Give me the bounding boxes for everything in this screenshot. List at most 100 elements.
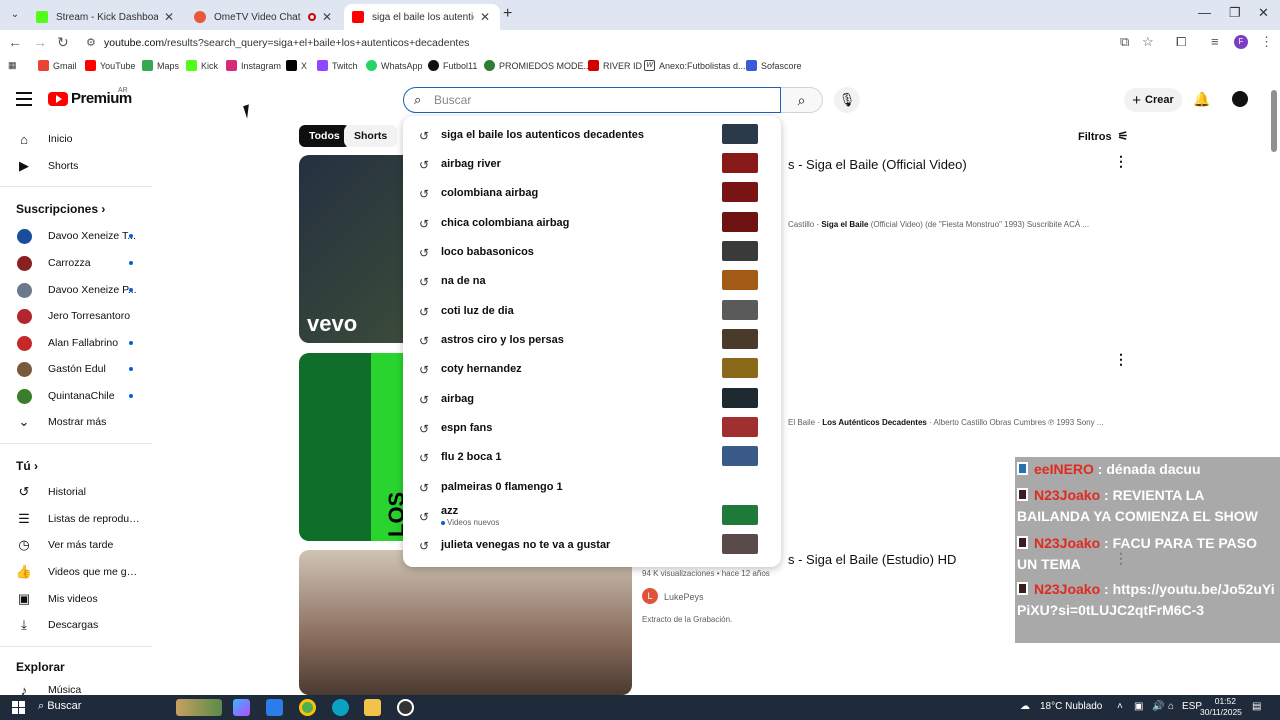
close-window-icon[interactable]: ✕ xyxy=(1258,5,1269,21)
filters-button[interactable]: Filtros ⚟ xyxy=(1078,129,1128,143)
bookmark-kick[interactable]: Kick xyxy=(186,60,218,71)
restore-icon[interactable]: ❐ xyxy=(1229,5,1241,21)
edge-icon[interactable] xyxy=(332,699,349,716)
page-scrollbar[interactable] xyxy=(1271,90,1277,152)
bookmark-promiedos[interactable]: PROMIEDOS MODE... xyxy=(484,60,591,71)
menu-hamburger-icon[interactable] xyxy=(16,92,32,106)
sidebar-sub-item[interactable]: Carrozza xyxy=(0,250,155,276)
tray-app-icon[interactable]: ▣ xyxy=(1134,701,1143,712)
weather-text[interactable]: 18°C Nublado xyxy=(1040,701,1102,712)
weather-cloud-icon[interactable]: ☁ xyxy=(1020,701,1030,712)
bookmark-youtube[interactable]: YouTube xyxy=(85,60,135,71)
search-box[interactable]: ⌕ xyxy=(403,87,781,113)
forward-icon[interactable]: → xyxy=(33,34,47,50)
bookmark-maps[interactable]: Maps xyxy=(142,60,179,71)
suggestion-item[interactable]: ↺ julieta venegas no te va a gustar xyxy=(403,531,781,560)
sidebar-sub-item[interactable]: QuintanaChile xyxy=(0,383,155,409)
suggestion-item[interactable]: ↺ espn fans xyxy=(403,414,781,443)
sidebar-sub-item[interactable]: Davoo Xeneize T... xyxy=(0,223,155,249)
suggestion-item[interactable]: ↺ loco babasonicos xyxy=(403,238,781,267)
bookmark-anexo-futbolistas[interactable]: W Anexo:Futbolistas d... xyxy=(644,60,746,71)
system-clock[interactable]: 01:52 30/11/2025 xyxy=(1200,696,1242,718)
speaker-icon[interactable]: 🔊 xyxy=(1152,701,1164,712)
taskbar-search[interactable]: ⌕ Buscar xyxy=(38,700,81,713)
tab-kick-dashboard[interactable]: Stream - Kick Dashboard ✕ xyxy=(28,4,184,30)
extensions-icon[interactable]: ⧠ xyxy=(1176,34,1186,50)
close-tab-icon[interactable]: ✕ xyxy=(320,10,334,24)
suggestion-item[interactable]: ↺ coti luz de dia xyxy=(403,297,781,326)
sidebar-sub-item[interactable]: Gastón Edul xyxy=(0,356,155,382)
voice-search-mic-icon[interactable]: 🎙 xyxy=(834,87,860,113)
windows-start-icon[interactable] xyxy=(12,701,25,714)
browser-menu-icon[interactable]: ⋮ xyxy=(1260,34,1273,50)
minimize-icon[interactable]: — xyxy=(1198,5,1211,20)
sidebar-item-playlists[interactable]: ☰ Listas de reproducc... xyxy=(0,506,155,532)
suggestion-item[interactable]: ↺ colombiana airbag xyxy=(403,179,781,208)
chip-todos[interactable]: Todos xyxy=(299,125,350,147)
back-icon[interactable]: ← xyxy=(8,34,22,50)
sidebar-sub-item[interactable]: Alan Fallabrino xyxy=(0,330,155,356)
youtube-premium-logo[interactable]: Premium AR xyxy=(48,87,132,107)
suggestion-item[interactable]: ↺ chica colombiana airbag xyxy=(403,209,781,238)
search-button[interactable]: ⌕ xyxy=(781,87,823,113)
bookmark-star-icon[interactable]: ☆ xyxy=(1142,34,1154,50)
sidebar-item-liked-videos[interactable]: 👍 Videos que me gus... xyxy=(0,559,155,585)
reload-icon[interactable]: ↻ xyxy=(57,34,69,51)
file-explorer-icon[interactable] xyxy=(364,699,381,716)
close-tab-icon[interactable]: ✕ xyxy=(478,10,492,24)
result-thumbnail[interactable] xyxy=(299,550,632,695)
more-options-icon[interactable]: ⋮ xyxy=(1114,153,1128,170)
suggestion-item[interactable]: ↺ airbag xyxy=(403,385,781,414)
bookmark-river-id[interactable]: RIVER ID xyxy=(588,60,642,71)
sidebar-item-inicio[interactable]: ⌂ Inicio xyxy=(0,126,155,152)
obs-icon[interactable] xyxy=(397,699,414,716)
tray-chevron-up-icon[interactable]: ˄ xyxy=(1117,701,1123,712)
suggestion-item[interactable]: ↺ na de na xyxy=(403,267,781,296)
suggestion-item[interactable]: ↺ coty hernandez xyxy=(403,355,781,384)
notifications-icon[interactable]: ▤ xyxy=(1252,701,1261,712)
suggestion-item[interactable]: ↺ azz Videos nuevos xyxy=(403,502,781,531)
bookmark-whatsapp[interactable]: WhatsApp xyxy=(366,60,423,71)
close-tab-icon[interactable]: ✕ xyxy=(162,10,176,24)
more-options-icon[interactable]: ⋮ xyxy=(1114,351,1128,368)
sidebar-sub-item[interactable]: Davoo Xeneize P... xyxy=(0,277,155,303)
suggestion-item[interactable]: ↺ palmeiras 0 flamengo 1 xyxy=(403,473,781,502)
tab-search-icon[interactable]: ⌄ xyxy=(6,6,24,24)
url-field[interactable]: ⚙ youtube.com/results?search_query=siga+… xyxy=(86,33,1156,53)
bookmark-gmail[interactable]: Gmail xyxy=(38,60,77,71)
profile-avatar[interactable]: F xyxy=(1234,35,1248,49)
notifications-bell-icon[interactable]: 🔔 xyxy=(1193,91,1210,108)
store-icon[interactable] xyxy=(266,699,283,716)
bookmark-instagram[interactable]: Instagram xyxy=(226,60,281,71)
copilot-icon[interactable] xyxy=(233,699,250,716)
bookmark-twitch[interactable]: Twitch xyxy=(317,60,358,71)
language-indicator[interactable]: ESP xyxy=(1182,701,1202,712)
sidebar-item-watch-later[interactable]: ◷ Ver más tarde xyxy=(0,532,155,558)
sidebar-item-shorts[interactable]: ▶ Shorts xyxy=(0,153,155,179)
install-app-icon[interactable]: ⧉ xyxy=(1120,34,1129,50)
result-title[interactable]: s - Siga el Baile (Official Video) xyxy=(788,157,967,172)
result-title[interactable]: s - Siga el Baile (Estudio) HD xyxy=(788,552,956,567)
media-control-icon[interactable]: ≡ xyxy=(1211,34,1219,49)
suggestion-item[interactable]: ↺ flu 2 boca 1 xyxy=(403,443,781,472)
taskbar-widget-icon[interactable] xyxy=(176,699,222,716)
create-button[interactable]: + Crear xyxy=(1124,88,1182,112)
search-input[interactable] xyxy=(434,91,764,109)
account-avatar[interactable] xyxy=(1232,91,1248,107)
channel-name[interactable]: LukePeys xyxy=(664,592,704,602)
channel-avatar[interactable]: L xyxy=(642,588,658,604)
subscriptions-heading[interactable]: Suscripciones › xyxy=(16,202,105,216)
bookmark-futbol11[interactable]: Futbol11 xyxy=(428,60,477,71)
you-heading[interactable]: Tú › xyxy=(16,459,38,473)
chrome-icon[interactable] xyxy=(299,699,316,716)
tab-ometv[interactable]: OmeTV Video Chat - Ome ✕ xyxy=(186,4,342,30)
chip-shorts[interactable]: Shorts xyxy=(344,125,398,147)
bookmark-sofascore[interactable]: Sofascore xyxy=(746,60,802,71)
sidebar-item-downloads[interactable]: ⤓ Descargas xyxy=(0,612,155,638)
new-tab-icon[interactable]: + xyxy=(503,5,512,23)
tab-youtube-active[interactable]: siga el baile los autenticos deca ✕ xyxy=(344,4,500,30)
suggestion-item[interactable]: ↺ airbag river xyxy=(403,150,781,179)
sidebar-item-my-videos[interactable]: ▣ Mis videos xyxy=(0,586,155,612)
suggestion-item[interactable]: ↺ siga el baile los autenticos decadentes xyxy=(403,121,781,150)
network-icon[interactable]: ⌂ xyxy=(1168,701,1174,712)
